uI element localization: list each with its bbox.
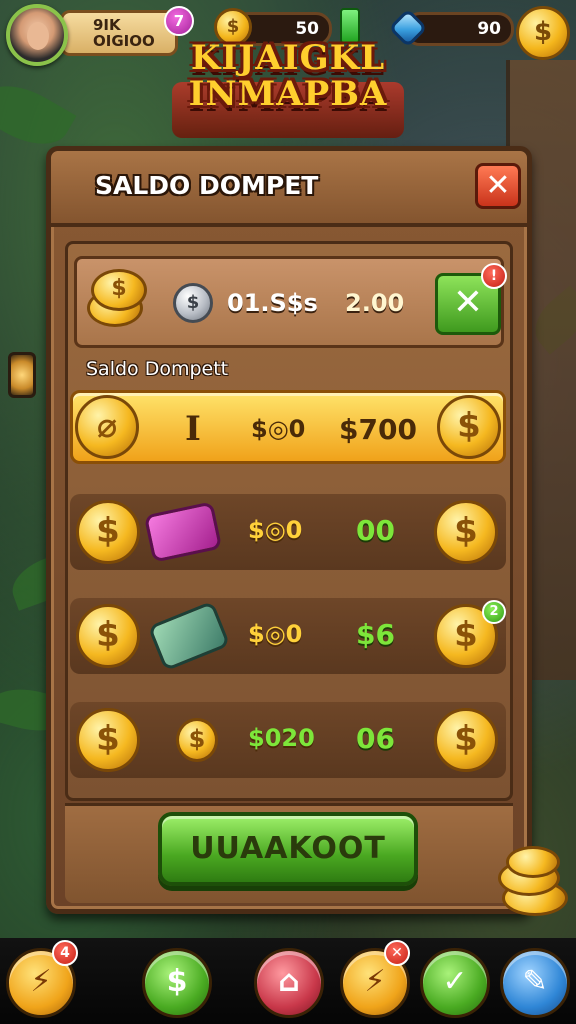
nav-dollar-button[interactable]: $ (142, 948, 212, 1018)
row-left-coin-icon: ⌀ (75, 395, 139, 459)
row-count-badge: 2 (482, 600, 506, 624)
coin-shop-button[interactable]: $ (516, 6, 570, 60)
row-value-2: $700 (339, 413, 417, 446)
nav-lightning-badge: 4 (52, 940, 78, 966)
nav-bolt-badge: ✕ (384, 940, 410, 966)
summary-value-1: 01.S$s (227, 289, 318, 317)
withdraw-button[interactable]: UUAAKOOT (158, 812, 418, 886)
coin-icon: $ (91, 269, 147, 311)
coin-icon (506, 846, 560, 878)
row-value-1: $◎0 (248, 620, 303, 648)
close-button[interactable]: ✕ (475, 163, 521, 209)
wallet-row[interactable]: $ $◎0 $6 $ 2 (70, 598, 506, 674)
summary-alert-badge: ! (481, 263, 507, 289)
row-left-coin-icon: $ (76, 604, 140, 668)
bottom-navigation: ⚡ 4 $ ⌂ ⚡ ✕ ✓ ✎ (0, 938, 576, 1024)
lantern-decoration (8, 352, 36, 398)
wallet-row[interactable]: $ $ $020 06 $ (70, 702, 506, 778)
nav-home-button[interactable]: ⌂ (254, 948, 324, 1018)
coin-pile-decoration (496, 846, 576, 926)
row-left-coin-icon: $ (76, 708, 140, 772)
row-value-1: $◎0 (248, 516, 303, 544)
avatar[interactable] (6, 4, 68, 66)
row-value-1: $020 (248, 724, 315, 752)
summary-value-2: 2.00 (345, 289, 405, 317)
nav-check-button[interactable]: ✓ (420, 948, 490, 1018)
avatar-face (27, 22, 49, 50)
level-badge: 7 (164, 6, 194, 36)
silver-coin-icon: $ (173, 283, 213, 323)
section-label: Saldo Dompett (86, 358, 229, 380)
row-left-coin-icon: $ (76, 500, 140, 564)
wallet-row[interactable]: $ $◎0 00 $ (70, 494, 506, 570)
row-value-1: $◎0 (251, 415, 306, 443)
panel-header: SALDO DOMPET ✕ (51, 151, 527, 227)
game-title: KIJAIGKL INMAPBA (160, 40, 416, 112)
panel-title: SALDO DOMPET (95, 171, 319, 200)
nav-tools-button[interactable]: ✎ (500, 948, 570, 1018)
row-value-2: 00 (356, 514, 395, 547)
row-value-2: 06 (356, 722, 395, 755)
row-value-2: $6 (356, 618, 395, 651)
wallet-row[interactable]: ⌀ I $◎0 $700 $ (70, 390, 506, 464)
row-right-coin-icon: $ (434, 500, 498, 564)
game-title-line2: INMAPBA (188, 74, 388, 114)
player-name-line1: 9IK (93, 16, 121, 34)
row-item-icon: I (185, 409, 201, 449)
pink-wallet-icon (143, 501, 223, 563)
cash-bundle-icon (147, 600, 231, 672)
small-coin-icon: $ (176, 718, 218, 762)
row-right-coin-icon: $ (437, 395, 501, 459)
balance-summary-row: $ $ 01.S$s 2.00 ✕ ! (74, 256, 507, 348)
row-right-coin-icon: $ (434, 708, 498, 772)
game-title-line1: KIJAIGKL (190, 38, 386, 78)
